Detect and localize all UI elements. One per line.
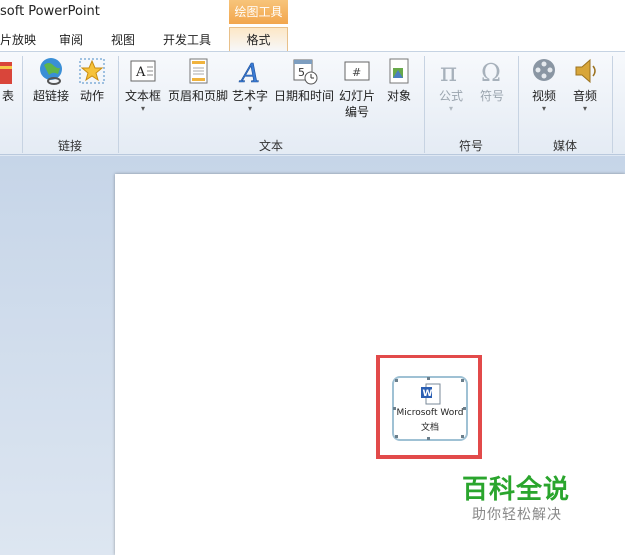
action-star-icon bbox=[79, 58, 105, 84]
svg-text:5: 5 bbox=[298, 66, 305, 79]
wordart-icon: A bbox=[239, 59, 260, 86]
ribbon: 表 超链接 动作 链接 A 文本框 ▾ 页眉和页脚 A 艺术字 ▾ 5 日期和时… bbox=[0, 51, 625, 155]
svg-text:#: # bbox=[352, 66, 361, 79]
group-label-media: 媒体 bbox=[552, 139, 577, 153]
pi-icon: π bbox=[440, 58, 457, 86]
table-icon bbox=[0, 62, 12, 84]
dropdown-arrow-icon: ▾ bbox=[448, 104, 453, 113]
context-tab-group-drawing-tools: 绘图工具 bbox=[229, 0, 288, 24]
header-footer-icon bbox=[189, 58, 208, 84]
tab-developer[interactable]: 开发工具 bbox=[163, 31, 211, 48]
tab-view[interactable]: 视图 bbox=[111, 31, 135, 48]
wordart-button[interactable]: A 艺术字 ▾ bbox=[230, 54, 270, 114]
group-label-links: 链接 bbox=[57, 139, 82, 153]
svg-text:A: A bbox=[239, 59, 260, 86]
date-time-button[interactable]: 5 日期和时间 bbox=[272, 54, 336, 104]
header-footer-button[interactable]: 页眉和页脚 bbox=[166, 54, 230, 104]
selection-handle[interactable] bbox=[427, 437, 430, 440]
selection-handle[interactable] bbox=[427, 377, 430, 380]
title-bar: soft PowerPoint 绘图工具 bbox=[0, 0, 625, 27]
video-button[interactable]: 视频 ▾ bbox=[526, 54, 562, 114]
film-reel-icon bbox=[533, 59, 555, 81]
selection-handle[interactable] bbox=[395, 435, 398, 438]
svg-text:A: A bbox=[135, 65, 146, 80]
omega-icon: Ω bbox=[481, 59, 501, 86]
textbox-icon: A bbox=[130, 60, 156, 82]
svg-text:Ω: Ω bbox=[481, 59, 501, 86]
svg-text:W: W bbox=[423, 389, 433, 399]
selection-handle[interactable] bbox=[463, 407, 466, 410]
selection-handle[interactable] bbox=[461, 379, 464, 382]
watermark-subtitle: 助你轻松解决 bbox=[472, 507, 562, 523]
equation-button[interactable]: π 公式 ▾ bbox=[432, 54, 470, 114]
group-label-text: 文本 bbox=[258, 139, 283, 153]
selection-handle[interactable] bbox=[393, 407, 396, 410]
embedded-word-object[interactable]: W Microsoft Word 文档 bbox=[392, 376, 468, 441]
ribbon-tabs: 片放映 审阅 视图 开发工具 格式 bbox=[0, 27, 625, 52]
selection-handle[interactable] bbox=[461, 435, 464, 438]
hyperlink-button[interactable]: 超链接 bbox=[30, 54, 72, 104]
object-label-2: 文档 bbox=[420, 423, 439, 433]
dropdown-arrow-icon: ▾ bbox=[247, 104, 252, 113]
group-separator bbox=[612, 56, 613, 153]
group-label-symbols: 符号 bbox=[458, 139, 483, 153]
object-button[interactable]: 对象 bbox=[382, 54, 416, 104]
tab-review[interactable]: 审阅 bbox=[59, 31, 83, 48]
symbol-button[interactable]: Ω 符号 bbox=[474, 54, 510, 104]
slide-number-icon: # bbox=[344, 61, 370, 81]
globe-link-icon bbox=[40, 58, 62, 85]
selection-handle[interactable] bbox=[395, 379, 398, 382]
object-label: Microsoft Word bbox=[396, 408, 464, 418]
tab-format[interactable]: 格式 bbox=[229, 27, 288, 52]
dropdown-arrow-icon: ▾ bbox=[541, 104, 546, 113]
calendar-clock-icon: 5 bbox=[293, 59, 318, 85]
tab-slideshow[interactable]: 片放映 bbox=[0, 31, 36, 48]
app-title: soft PowerPoint bbox=[0, 4, 100, 19]
action-button[interactable]: 动作 bbox=[76, 54, 108, 104]
dropdown-arrow-icon: ▾ bbox=[140, 104, 145, 113]
slide-number-button[interactable]: # 幻灯片 编号 bbox=[338, 54, 376, 120]
svg-text:π: π bbox=[440, 58, 457, 86]
speaker-icon bbox=[575, 58, 596, 84]
table-button[interactable]: 表 bbox=[0, 54, 16, 104]
textbox-button[interactable]: A 文本框 ▾ bbox=[122, 54, 164, 114]
audio-button[interactable]: 音频 ▾ bbox=[568, 54, 602, 114]
word-document-icon: W bbox=[421, 383, 441, 405]
dropdown-arrow-icon: ▾ bbox=[582, 104, 587, 113]
watermark-title: 百科全说 bbox=[462, 475, 571, 505]
insert-object-icon bbox=[389, 58, 409, 84]
